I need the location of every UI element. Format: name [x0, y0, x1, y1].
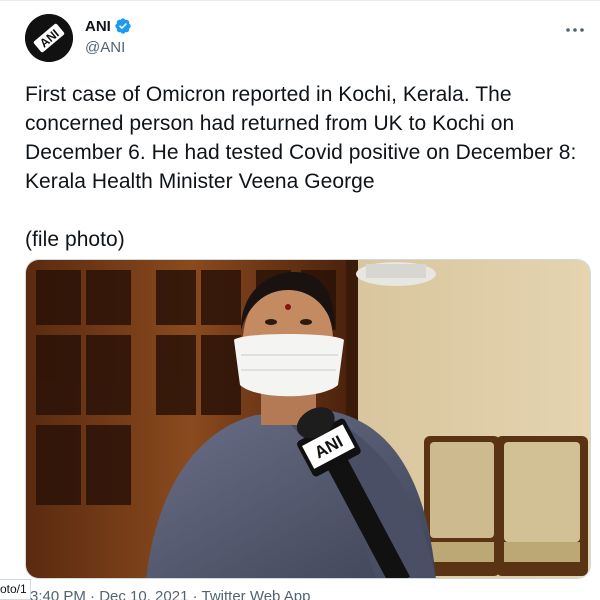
- clipped-label: oto/1: [0, 579, 31, 600]
- author-handle[interactable]: @ANI: [85, 39, 132, 56]
- ani-logo-icon: ANI: [25, 14, 73, 62]
- more-options-icon[interactable]: [563, 18, 587, 42]
- verified-badge-icon: [114, 17, 132, 35]
- tweet-text: First case of Omicron reported in Kochi,…: [25, 83, 577, 251]
- photo-illustration: ANI: [26, 260, 590, 578]
- top-divider: [0, 0, 600, 1]
- tweet-header: ANI ANI @ANI: [25, 14, 595, 64]
- display-name[interactable]: ANI: [85, 18, 111, 35]
- avatar[interactable]: ANI: [25, 14, 73, 62]
- author-names: ANI @ANI: [85, 16, 132, 56]
- tweet-timestamp[interactable]: 3:40 PM · Dec 10, 2021 · Twitter Web App: [30, 588, 310, 600]
- tweet-photo[interactable]: ANI: [25, 259, 591, 579]
